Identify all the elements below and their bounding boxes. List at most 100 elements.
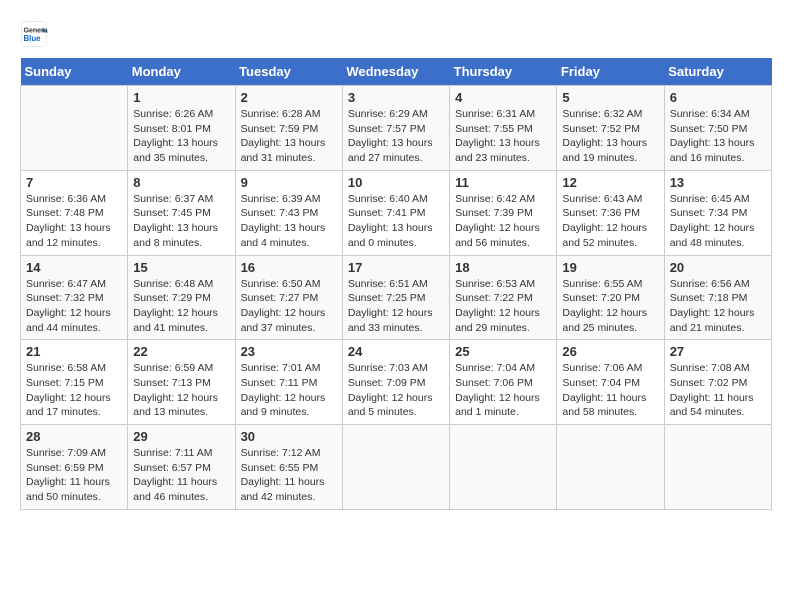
day-info: Sunrise: 6:40 AMSunset: 7:41 PMDaylight:… — [348, 192, 444, 251]
day-info: Sunrise: 6:59 AMSunset: 7:13 PMDaylight:… — [133, 361, 229, 420]
day-info: Sunrise: 6:51 AMSunset: 7:25 PMDaylight:… — [348, 277, 444, 336]
day-number: 1 — [133, 90, 229, 105]
calendar-cell: 29 Sunrise: 7:11 AMSunset: 6:57 PMDayligh… — [128, 425, 235, 510]
calendar-cell: 8Sunrise: 6:37 AMSunset: 7:45 PMDaylight… — [128, 170, 235, 255]
day-info: Sunrise: 7:03 AMSunset: 7:09 PMDaylight:… — [348, 361, 444, 420]
weekday-header-saturday: Saturday — [664, 58, 771, 86]
calendar-cell — [450, 425, 557, 510]
day-info: Sunrise: 6:53 AMSunset: 7:22 PMDaylight:… — [455, 277, 551, 336]
day-number: 13 — [670, 175, 766, 190]
day-number: 7 — [26, 175, 122, 190]
day-info: Sunrise: 6:36 AMSunset: 7:48 PMDaylight:… — [26, 192, 122, 251]
weekday-header-row: SundayMondayTuesdayWednesdayThursdayFrid… — [21, 58, 772, 86]
day-info: Sunrise: 7:08 AMSunset: 7:02 PMDaylight:… — [670, 361, 766, 420]
day-number: 21 — [26, 344, 122, 359]
weekday-header-friday: Friday — [557, 58, 664, 86]
day-number: 18 — [455, 260, 551, 275]
calendar-cell: 12 Sunrise: 6:43 AMSunset: 7:36 PMDayligh… — [557, 170, 664, 255]
weekday-header-thursday: Thursday — [450, 58, 557, 86]
calendar-cell: 22 Sunrise: 6:59 AMSunset: 7:13 PMDayligh… — [128, 340, 235, 425]
calendar-cell: 26Sunrise: 7:06 AMSunset: 7:04 PMDayligh… — [557, 340, 664, 425]
calendar-week-1: 1 Sunrise: 6:26 AMSunset: 8:01 PMDaylight… — [21, 86, 772, 171]
weekday-header-sunday: Sunday — [21, 58, 128, 86]
calendar-cell — [557, 425, 664, 510]
calendar-cell: 24 Sunrise: 7:03 AMSunset: 7:09 PMDayligh… — [342, 340, 449, 425]
day-info: Sunrise: 6:28 AMSunset: 7:59 PMDaylight:… — [241, 107, 337, 166]
calendar-cell: 5Sunrise: 6:32 AMSunset: 7:52 PMDaylight… — [557, 86, 664, 171]
calendar-cell: 23 Sunrise: 7:01 AMSunset: 7:11 PMDayligh… — [235, 340, 342, 425]
calendar-cell: 28 Sunrise: 7:09 AMSunset: 6:59 PMDayligh… — [21, 425, 128, 510]
day-number: 15 — [133, 260, 229, 275]
calendar-cell: 2 Sunrise: 6:28 AMSunset: 7:59 PMDaylight… — [235, 86, 342, 171]
calendar-table: SundayMondayTuesdayWednesdayThursdayFrid… — [20, 58, 772, 510]
day-number: 30 — [241, 429, 337, 444]
day-info: Sunrise: 6:45 AMSunset: 7:34 PMDaylight:… — [670, 192, 766, 251]
calendar-cell: 17 Sunrise: 6:51 AMSunset: 7:25 PMDayligh… — [342, 255, 449, 340]
logo: General Blue — [20, 20, 52, 48]
day-number: 20 — [670, 260, 766, 275]
logo-icon: General Blue — [20, 20, 48, 48]
day-number: 10 — [348, 175, 444, 190]
day-info: Sunrise: 6:29 AMSunset: 7:57 PMDaylight:… — [348, 107, 444, 166]
day-number: 6 — [670, 90, 766, 105]
day-number: 28 — [26, 429, 122, 444]
day-number: 2 — [241, 90, 337, 105]
calendar-cell: 20 Sunrise: 6:56 AMSunset: 7:18 PMDayligh… — [664, 255, 771, 340]
day-info: Sunrise: 7:12 AMSunset: 6:55 PMDaylight:… — [241, 446, 337, 505]
day-number: 16 — [241, 260, 337, 275]
day-number: 3 — [348, 90, 444, 105]
day-info: Sunrise: 6:56 AMSunset: 7:18 PMDaylight:… — [670, 277, 766, 336]
calendar-cell — [342, 425, 449, 510]
day-number: 26 — [562, 344, 658, 359]
day-number: 4 — [455, 90, 551, 105]
calendar-cell: 16 Sunrise: 6:50 AMSunset: 7:27 PMDayligh… — [235, 255, 342, 340]
calendar-cell: 14 Sunrise: 6:47 AMSunset: 7:32 PMDayligh… — [21, 255, 128, 340]
page-header: General Blue — [20, 20, 772, 48]
day-info: Sunrise: 7:11 AMSunset: 6:57 PMDaylight:… — [133, 446, 229, 505]
day-info: Sunrise: 7:04 AMSunset: 7:06 PMDaylight:… — [455, 361, 551, 420]
day-info: Sunrise: 6:34 AMSunset: 7:50 PMDaylight:… — [670, 107, 766, 166]
day-info: Sunrise: 6:58 AMSunset: 7:15 PMDaylight:… — [26, 361, 122, 420]
calendar-cell: 7 Sunrise: 6:36 AMSunset: 7:48 PMDaylight… — [21, 170, 128, 255]
calendar-cell: 9 Sunrise: 6:39 AMSunset: 7:43 PMDaylight… — [235, 170, 342, 255]
calendar-cell: 21 Sunrise: 6:58 AMSunset: 7:15 PMDayligh… — [21, 340, 128, 425]
calendar-week-2: 7 Sunrise: 6:36 AMSunset: 7:48 PMDaylight… — [21, 170, 772, 255]
calendar-cell: 11 Sunrise: 6:42 AMSunset: 7:39 PMDayligh… — [450, 170, 557, 255]
calendar-cell — [664, 425, 771, 510]
day-number: 24 — [348, 344, 444, 359]
day-info: Sunrise: 6:31 AMSunset: 7:55 PMDaylight:… — [455, 107, 551, 166]
day-number: 9 — [241, 175, 337, 190]
day-number: 8 — [133, 175, 229, 190]
day-number: 14 — [26, 260, 122, 275]
weekday-header-monday: Monday — [128, 58, 235, 86]
calendar-cell: 13 Sunrise: 6:45 AMSunset: 7:34 PMDayligh… — [664, 170, 771, 255]
weekday-header-wednesday: Wednesday — [342, 58, 449, 86]
day-info: Sunrise: 6:39 AMSunset: 7:43 PMDaylight:… — [241, 192, 337, 251]
calendar-cell: 18 Sunrise: 6:53 AMSunset: 7:22 PMDayligh… — [450, 255, 557, 340]
day-number: 23 — [241, 344, 337, 359]
day-number: 22 — [133, 344, 229, 359]
day-info: Sunrise: 6:55 AMSunset: 7:20 PMDaylight:… — [562, 277, 658, 336]
calendar-body: 1 Sunrise: 6:26 AMSunset: 8:01 PMDaylight… — [21, 86, 772, 510]
day-number: 12 — [562, 175, 658, 190]
day-number: 29 — [133, 429, 229, 444]
calendar-cell: 27Sunrise: 7:08 AMSunset: 7:02 PMDayligh… — [664, 340, 771, 425]
calendar-cell: 4 Sunrise: 6:31 AMSunset: 7:55 PMDaylight… — [450, 86, 557, 171]
day-number: 11 — [455, 175, 551, 190]
day-info: Sunrise: 6:48 AMSunset: 7:29 PMDaylight:… — [133, 277, 229, 336]
day-info: Sunrise: 6:26 AMSunset: 8:01 PMDaylight:… — [133, 107, 229, 166]
day-info: Sunrise: 6:50 AMSunset: 7:27 PMDaylight:… — [241, 277, 337, 336]
day-info: Sunrise: 6:32 AMSunset: 7:52 PMDaylight:… — [562, 107, 658, 166]
weekday-header-tuesday: Tuesday — [235, 58, 342, 86]
day-info: Sunrise: 6:43 AMSunset: 7:36 PMDaylight:… — [562, 192, 658, 251]
day-number: 25 — [455, 344, 551, 359]
day-info: Sunrise: 6:47 AMSunset: 7:32 PMDaylight:… — [26, 277, 122, 336]
day-info: Sunrise: 7:09 AMSunset: 6:59 PMDaylight:… — [26, 446, 122, 505]
calendar-cell: 1 Sunrise: 6:26 AMSunset: 8:01 PMDaylight… — [128, 86, 235, 171]
calendar-week-5: 28 Sunrise: 7:09 AMSunset: 6:59 PMDayligh… — [21, 425, 772, 510]
calendar-cell: 6 Sunrise: 6:34 AMSunset: 7:50 PMDaylight… — [664, 86, 771, 171]
day-info: Sunrise: 7:01 AMSunset: 7:11 PMDaylight:… — [241, 361, 337, 420]
day-info: Sunrise: 6:42 AMSunset: 7:39 PMDaylight:… — [455, 192, 551, 251]
day-number: 17 — [348, 260, 444, 275]
calendar-cell: 10 Sunrise: 6:40 AMSunset: 7:41 PMDayligh… — [342, 170, 449, 255]
